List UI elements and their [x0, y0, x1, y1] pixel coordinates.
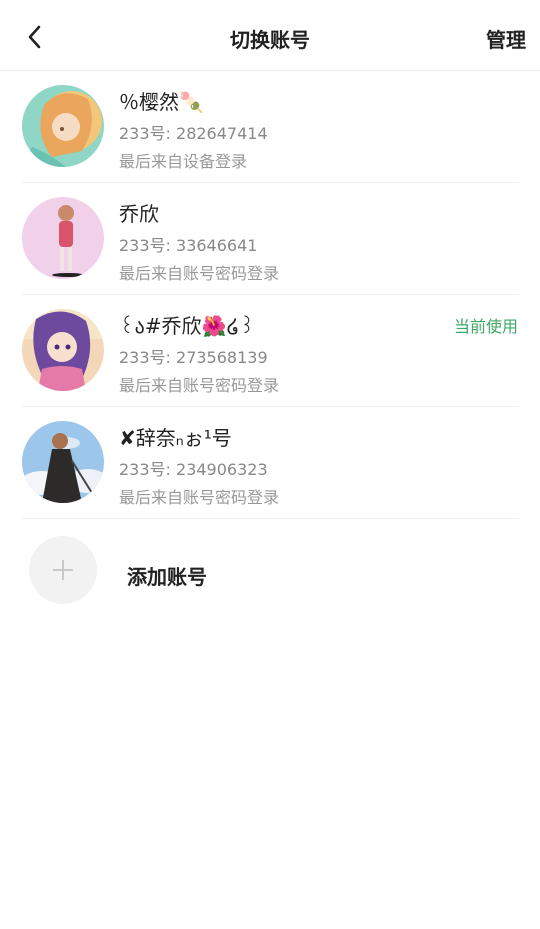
account-item-1[interactable]: ％樱然🍡 233号: 282647414 最后来自设备登录	[22, 71, 518, 183]
top-bar: 切换账号 管理	[0, 0, 540, 71]
plus-icon	[53, 560, 73, 580]
account-uid: 233号: 33646641	[119, 236, 258, 255]
account-name: ％樱然🍡	[119, 90, 204, 114]
avatar	[22, 421, 104, 503]
account-list: ％樱然🍡 233号: 282647414 最后来自设备登录 乔欣 233号: 3…	[0, 71, 540, 519]
manage-button[interactable]: 管理	[486, 24, 526, 53]
account-uid: 233号: 273568139	[119, 348, 268, 367]
account-login-method: 最后来自账号密码登录	[119, 264, 280, 283]
avatar	[22, 85, 104, 167]
account-name: ✘辞奈ₙぉ¹号	[119, 426, 232, 450]
account-login-method: 最后来自账号密码登录	[119, 488, 280, 507]
add-account-button[interactable]: 添加账号	[22, 515, 518, 633]
account-name: ꒰ა#乔欣🌺໒꒱	[119, 314, 255, 338]
account-login-method: 最后来自账号密码登录	[119, 376, 280, 395]
account-item-2[interactable]: 乔欣 233号: 33646641 最后来自账号密码登录	[22, 183, 518, 295]
avatar	[22, 309, 104, 391]
account-item-4[interactable]: ✘辞奈ₙぉ¹号 233号: 234906323 最后来自账号密码登录	[22, 407, 518, 519]
account-uid: 233号: 282647414	[119, 124, 268, 143]
account-name: 乔欣	[119, 202, 159, 226]
avatar	[22, 197, 104, 279]
current-account-badge: 当前使用	[453, 317, 518, 336]
add-account-circle	[29, 536, 97, 604]
page-title: 切换账号	[230, 28, 310, 52]
add-account-label: 添加账号	[127, 565, 207, 589]
account-item-3[interactable]: ꒰ა#乔欣🌺໒꒱ 233号: 273568139 最后来自账号密码登录 当前使用	[22, 295, 518, 407]
account-uid: 233号: 234906323	[119, 460, 268, 479]
account-login-method: 最后来自设备登录	[119, 152, 248, 171]
